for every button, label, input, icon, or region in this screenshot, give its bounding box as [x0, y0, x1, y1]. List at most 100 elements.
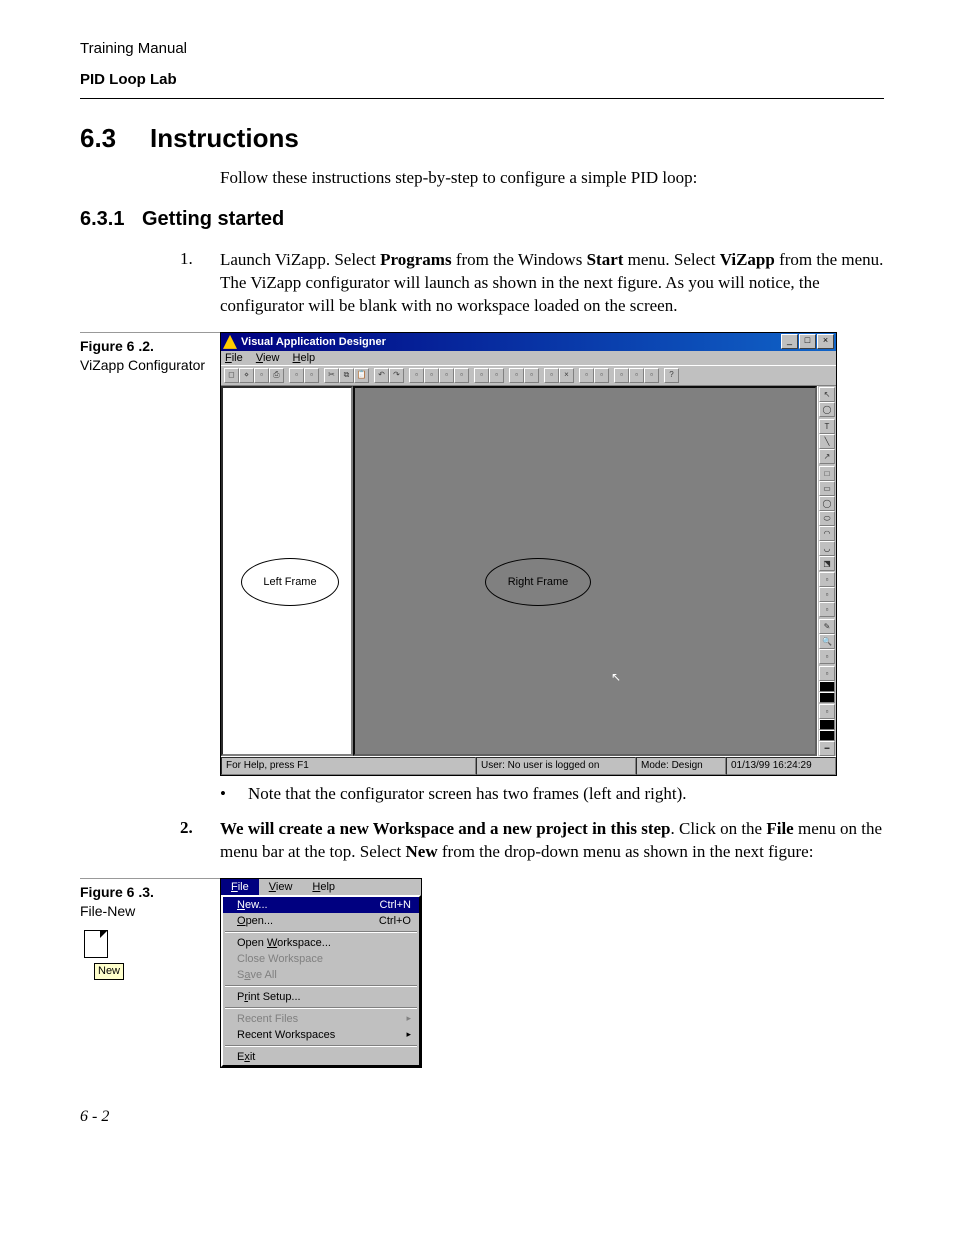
toolbar-button[interactable]: ✂	[324, 368, 339, 383]
toolbar-button[interactable]: ▫	[509, 368, 524, 383]
menu-item-new[interactable]: New...Ctrl+N	[223, 897, 419, 913]
step-2: 2. We will create a new Workspace and a …	[180, 818, 884, 864]
palette-button[interactable]: ▫	[819, 649, 835, 664]
menu-item-recent-files: Recent Files▸	[223, 1011, 419, 1027]
toolbar-button[interactable]: ▫	[614, 368, 629, 383]
right-frame[interactable]: Right Frame ↖	[353, 386, 817, 756]
palette-button[interactable]: ━	[819, 741, 835, 756]
palette-button[interactable]: □	[819, 466, 835, 481]
palette-button[interactable]: ▫	[819, 572, 835, 587]
palette-fill-icon[interactable]	[819, 730, 835, 741]
toolbar-button[interactable]: ▫	[304, 368, 319, 383]
menu-item-close-workspace: Close Workspace	[223, 951, 419, 967]
palette-button[interactable]: ✎	[819, 619, 835, 634]
figure-6-2-caption: Figure 6 .2. ViZapp Configurator	[80, 332, 220, 375]
header-manual-title: Training Manual	[80, 40, 884, 57]
toolbar-button[interactable]: ▫	[544, 368, 559, 383]
menu-item-exit[interactable]: Exit	[223, 1049, 419, 1065]
palette-fill-icon[interactable]	[819, 692, 835, 703]
toolbar-button[interactable]: ▫	[629, 368, 644, 383]
palette-button[interactable]: ⬭	[819, 511, 835, 526]
toolbar-button[interactable]: ↶	[374, 368, 389, 383]
palette-button[interactable]: ▭	[819, 481, 835, 496]
new-tooltip: New	[94, 963, 124, 980]
page-header: Training Manual PID Loop Lab	[80, 40, 884, 88]
new-file-icon	[84, 930, 108, 958]
minimize-button[interactable]: _	[781, 334, 798, 349]
palette-arrow-icon[interactable]: ↖	[819, 387, 835, 402]
toolbar-help-button[interactable]: ?	[664, 368, 679, 383]
palette-button[interactable]: ↗	[819, 449, 835, 464]
titlebar[interactable]: Visual Application Designer _ □ ×	[221, 333, 836, 351]
toolbar-button[interactable]: ▫	[439, 368, 454, 383]
toolbar-button[interactable]: ×	[559, 368, 574, 383]
status-help: For Help, press F1	[221, 757, 476, 775]
palette-fill-icon[interactable]	[819, 719, 835, 730]
toolbar-button[interactable]: ⎙	[269, 368, 284, 383]
toolbar-button[interactable]: ▫	[579, 368, 594, 383]
toolbar-button[interactable]: ▫	[489, 368, 504, 383]
palette-button[interactable]: ▫	[819, 704, 835, 719]
status-user: User: No user is logged on	[476, 757, 636, 775]
submenu-arrow-icon: ▸	[406, 1013, 411, 1024]
menu-item-save-all: Save All	[223, 967, 419, 983]
page-number: 6 - 2	[80, 1108, 884, 1126]
step-2-number: 2.	[180, 818, 220, 864]
header-rule	[80, 98, 884, 99]
bullet-text: Note that the configurator screen has tw…	[248, 784, 687, 804]
toolbar-button[interactable]: ▫	[594, 368, 609, 383]
menu-bar: File View Help	[221, 351, 836, 365]
menu-separator	[225, 931, 417, 933]
file-menu-screenshot: File View Help New...Ctrl+N Open...Ctrl+…	[220, 878, 422, 1068]
palette-button[interactable]: T	[819, 419, 835, 434]
toolbar-button[interactable]: ▫	[454, 368, 469, 383]
menu-help[interactable]: Help	[302, 879, 345, 895]
vizapp-window: Visual Application Designer _ □ × File V…	[220, 332, 837, 776]
toolbar-button[interactable]: ⋄	[239, 368, 254, 383]
menu-bar: File View Help	[221, 879, 421, 895]
toolbar-button[interactable]: ▫	[254, 368, 269, 383]
menu-help[interactable]: Help	[293, 352, 316, 364]
menu-item-print-setup[interactable]: Print Setup...	[223, 989, 419, 1005]
menu-item-open-workspace[interactable]: Open Workspace...	[223, 935, 419, 951]
toolbar-button[interactable]: ▫	[644, 368, 659, 383]
menu-view[interactable]: View	[256, 352, 280, 364]
palette-button[interactable]: 🔍	[819, 634, 835, 649]
subsection-number: 6.3.1	[80, 208, 142, 231]
toolbar-button[interactable]: ◻	[224, 368, 239, 383]
toolbar-button[interactable]: ▫	[524, 368, 539, 383]
step-1-body: Launch ViZapp. Select Programs from the …	[220, 249, 884, 318]
maximize-button[interactable]: □	[799, 334, 816, 349]
toolbar-button[interactable]: ▫	[409, 368, 424, 383]
step-2-body: We will create a new Workspace and a new…	[220, 818, 884, 864]
toolbar-button[interactable]: ▫	[289, 368, 304, 383]
close-button[interactable]: ×	[817, 334, 834, 349]
menu-separator	[225, 1045, 417, 1047]
toolbar-button[interactable]: ▫	[474, 368, 489, 383]
palette-button[interactable]: ╲	[819, 434, 835, 449]
toolbar-button[interactable]: 📋	[354, 368, 369, 383]
palette-button[interactable]: ⬔	[819, 556, 835, 571]
menu-file[interactable]: File	[225, 352, 243, 364]
palette-button[interactable]: ◡	[819, 541, 835, 556]
window-title: Visual Application Designer	[241, 336, 780, 348]
section-number: 6.3	[80, 123, 150, 154]
palette-button[interactable]: ◯	[819, 402, 835, 417]
status-time: 01/13/99 16:24:29	[726, 757, 836, 775]
palette-button[interactable]: ◠	[819, 526, 835, 541]
palette-button[interactable]: ◯	[819, 496, 835, 511]
menu-item-recent-workspaces[interactable]: Recent Workspaces▸	[223, 1027, 419, 1043]
file-dropdown: New...Ctrl+N Open...Ctrl+O Open Workspac…	[221, 895, 421, 1067]
toolbar-button[interactable]: ▫	[424, 368, 439, 383]
menu-view[interactable]: View	[259, 879, 303, 895]
toolbar-button[interactable]: ⧉	[339, 368, 354, 383]
toolbar-button[interactable]: ↷	[389, 368, 404, 383]
palette-fill-icon[interactable]	[819, 681, 835, 692]
palette-button[interactable]: ▫	[819, 587, 835, 602]
menu-file-selected[interactable]: File	[221, 879, 259, 895]
menu-item-open[interactable]: Open...Ctrl+O	[223, 913, 419, 929]
palette-button[interactable]: ▫	[819, 666, 835, 681]
app-icon	[223, 335, 237, 349]
palette-button[interactable]: ▫	[819, 602, 835, 617]
left-frame[interactable]: Left Frame	[221, 386, 353, 756]
